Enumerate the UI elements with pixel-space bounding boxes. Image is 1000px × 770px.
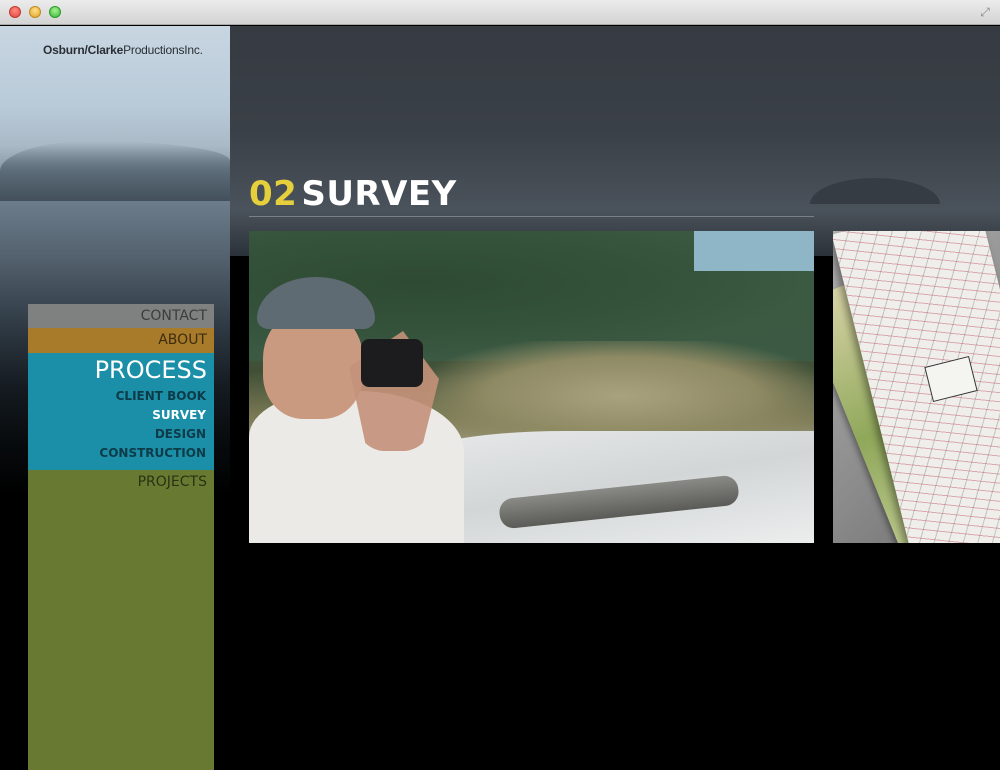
hero-band — [230, 26, 1000, 256]
misty-hills-decoration — [0, 141, 230, 201]
page-viewport: Osburn/ClarkeProductionsInc. 02 SURVEY CO… — [0, 26, 1000, 770]
nav-item-process[interactable]: PROCESS — [28, 353, 214, 387]
distant-hills-decoration — [810, 178, 940, 204]
subnav-item-design[interactable]: DESIGN — [28, 425, 214, 444]
subnav-item-client-book[interactable]: CLIENT BOOK — [28, 387, 214, 406]
photo-person-shirt — [249, 391, 464, 543]
subnav-item-construction[interactable]: CONSTRUCTION — [28, 444, 214, 463]
title-divider — [249, 216, 814, 217]
nav-section-process: PROCESS CLIENT BOOK SURVEY DESIGN CONSTR… — [28, 353, 214, 470]
minimize-window-button[interactable] — [29, 6, 41, 18]
page-title-number: 02 — [249, 174, 298, 214]
subnav-item-survey[interactable]: SURVEY — [28, 406, 214, 425]
process-subnav: CLIENT BOOK SURVEY DESIGN CONSTRUCTION — [28, 387, 214, 463]
nav-section-projects: PROJECTS — [28, 470, 214, 770]
brand-name-bold: Osburn/Clarke — [43, 43, 124, 57]
nav-item-projects[interactable]: PROJECTS — [28, 470, 214, 494]
window-titlebar: ⤢ — [0, 0, 1000, 25]
survey-photo — [249, 231, 814, 543]
main-nav: CONTACT ABOUT PROCESS CLIENT BOOK SURVEY… — [28, 304, 214, 770]
brand-name-rest: ProductionsInc. — [123, 43, 203, 57]
page-title: 02 SURVEY — [249, 174, 457, 214]
nav-item-contact[interactable]: CONTACT — [28, 304, 214, 328]
close-window-button[interactable] — [9, 6, 21, 18]
nav-item-about[interactable]: ABOUT — [28, 328, 214, 353]
camera-icon — [361, 339, 423, 387]
photo-sky — [694, 231, 814, 271]
brand-logo[interactable]: Osburn/ClarkeProductionsInc. — [43, 43, 203, 57]
fullscreen-icon[interactable]: ⤢ — [978, 5, 992, 19]
page-title-text: SURVEY — [301, 174, 457, 214]
zoom-window-button[interactable] — [49, 6, 61, 18]
next-slide-photo[interactable] — [833, 231, 1000, 543]
